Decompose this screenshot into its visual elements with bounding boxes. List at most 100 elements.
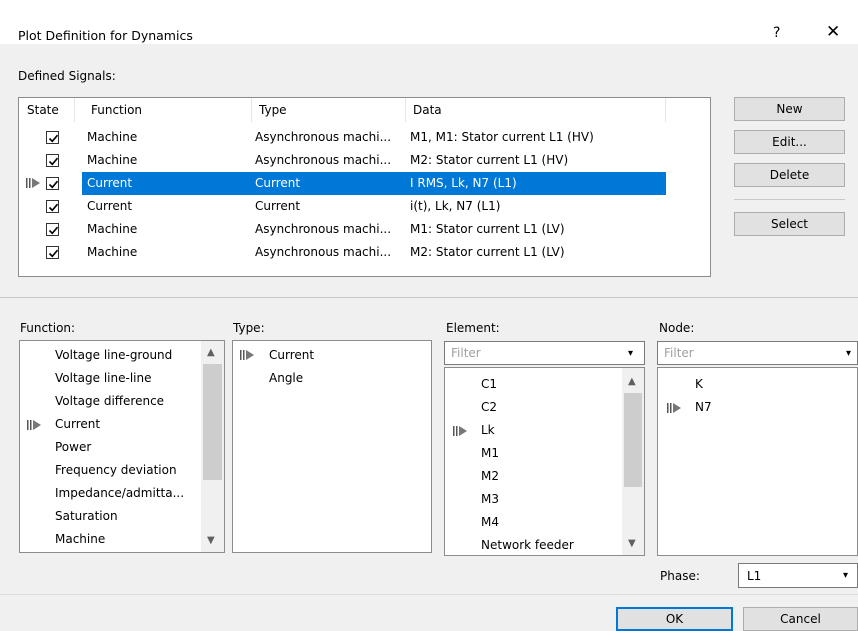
list-item[interactable]: Saturation	[55, 505, 118, 528]
close-button[interactable]: ✕	[826, 22, 840, 42]
list-item[interactable]: Voltage line-ground	[55, 344, 172, 367]
state-checkbox[interactable]	[46, 154, 59, 167]
list-item[interactable]: Angle	[269, 367, 303, 390]
type-label: Type:	[233, 321, 265, 335]
phase-label: Phase:	[660, 569, 700, 583]
cell-data: M1: Stator current L1 (LV)	[410, 222, 565, 236]
cell-data: M1, M1: Stator current L1 (HV)	[410, 130, 594, 144]
list-item-selected[interactable]: Lk	[481, 419, 495, 442]
cell-type: Asynchronous machi...	[255, 245, 392, 259]
column-divider[interactable]	[665, 98, 666, 122]
table-header: State Function Type Data	[19, 98, 666, 122]
list-item[interactable]: Voltage difference	[55, 390, 164, 413]
table-row[interactable]: Machine Asynchronous machi... M2: Stator…	[20, 149, 666, 172]
element-label: Element:	[446, 321, 500, 335]
column-header-type[interactable]: Type	[259, 98, 287, 122]
current-row-marker-icon	[26, 177, 42, 192]
cell-function: Machine	[87, 245, 138, 259]
cell-type: Current	[255, 199, 301, 213]
element-filter-placeholder: Filter	[451, 346, 481, 360]
cell-data: i(t), Lk, N7 (L1)	[410, 199, 501, 213]
function-list[interactable]: Voltage line-ground Voltage line-line Vo…	[19, 340, 225, 553]
cell-function: Current	[87, 176, 133, 190]
cell-function: Machine	[87, 130, 138, 144]
element-list[interactable]: C1 C2 Lk M1 M2 M3 M4 Network feeder ▲ ▼	[444, 367, 645, 556]
list-item[interactable]: C2	[481, 396, 497, 419]
list-item[interactable]: M1	[481, 442, 499, 465]
element-filter-input[interactable]: Filter ▾	[444, 341, 645, 365]
cell-data: I RMS, Lk, N7 (L1)	[410, 176, 517, 190]
cell-type: Asynchronous machi...	[255, 222, 392, 236]
phase-value: L1	[747, 569, 762, 583]
state-checkbox[interactable]	[46, 223, 59, 236]
column-divider[interactable]	[74, 98, 75, 122]
section-separator	[0, 297, 858, 298]
list-item-selected[interactable]: Current	[269, 344, 314, 367]
phase-select[interactable]: L1 ▾	[738, 563, 858, 588]
cell-function: Machine	[87, 153, 138, 167]
column-divider[interactable]	[405, 98, 406, 122]
list-item[interactable]: M2	[481, 465, 499, 488]
state-checkbox[interactable]	[46, 246, 59, 259]
scroll-thumb[interactable]	[203, 364, 222, 480]
scroll-up-arrow-icon[interactable]: ▲	[207, 347, 215, 358]
selected-item-marker-icon	[453, 425, 469, 440]
select-button[interactable]: Select	[734, 212, 845, 236]
list-item[interactable]: Voltage line-line	[55, 367, 151, 390]
column-header-state[interactable]: State	[27, 98, 59, 122]
function-list-scrollbar[interactable]: ▲ ▼	[201, 341, 224, 552]
table-row[interactable]: Machine Asynchronous machi... M1: Stator…	[20, 218, 666, 241]
state-checkbox[interactable]	[46, 200, 59, 213]
element-list-scrollbar[interactable]: ▲ ▼	[622, 368, 644, 555]
cell-type: Asynchronous machi...	[255, 130, 392, 144]
list-item[interactable]: K	[695, 373, 703, 396]
cell-data: M2: Stator current L1 (LV)	[410, 245, 565, 259]
list-item[interactable]: Frequency deviation	[55, 459, 177, 482]
scroll-down-arrow-icon[interactable]: ▼	[628, 538, 636, 549]
new-button[interactable]: New	[734, 97, 845, 121]
function-label: Function:	[20, 321, 76, 335]
button-separator	[734, 199, 845, 200]
node-filter-input[interactable]: Filter ▾	[657, 341, 858, 365]
list-item[interactable]: Machine	[55, 528, 105, 551]
state-checkbox[interactable]	[46, 177, 59, 190]
list-item[interactable]: Impedance/admitta...	[55, 482, 184, 505]
help-button[interactable]: ?	[773, 25, 780, 41]
cell-data: M2: Stator current L1 (HV)	[410, 153, 569, 167]
table-row[interactable]: Machine Asynchronous machi... M2: Stator…	[20, 241, 666, 264]
delete-button[interactable]: Delete	[734, 163, 845, 187]
state-checkbox[interactable]	[46, 131, 59, 144]
selected-item-marker-icon	[27, 419, 43, 434]
list-item[interactable]: M4	[481, 511, 499, 534]
scroll-thumb[interactable]	[624, 393, 642, 487]
table-row[interactable]: Current Current i(t), Lk, N7 (L1)	[20, 195, 666, 218]
list-item[interactable]: C1	[481, 373, 497, 396]
column-divider[interactable]	[251, 98, 252, 122]
list-item[interactable]: Power	[55, 436, 91, 459]
list-item-selected[interactable]: N7	[695, 396, 712, 419]
list-item[interactable]: Network feeder	[481, 534, 574, 557]
node-filter-placeholder: Filter	[664, 346, 694, 360]
scroll-down-arrow-icon[interactable]: ▼	[207, 535, 215, 546]
cell-function: Current	[87, 199, 133, 213]
list-item[interactable]: M3	[481, 488, 499, 511]
cancel-button[interactable]: Cancel	[743, 607, 858, 631]
scroll-up-arrow-icon[interactable]: ▲	[628, 376, 636, 387]
chevron-down-icon[interactable]: ▾	[846, 348, 851, 359]
node-list[interactable]: K N7	[657, 367, 858, 556]
chevron-down-icon[interactable]: ▾	[628, 348, 633, 359]
column-header-data[interactable]: Data	[413, 98, 442, 122]
table-row[interactable]: Machine Asynchronous machi... M1, M1: St…	[20, 126, 666, 149]
table-row-selected[interactable]: Current Current I RMS, Lk, N7 (L1)	[20, 172, 666, 195]
cell-type: Asynchronous machi...	[255, 153, 392, 167]
cell-type: Current	[255, 176, 301, 190]
selected-row-highlight: Current Current I RMS, Lk, N7 (L1)	[82, 172, 666, 195]
edit-button[interactable]: Edit...	[734, 130, 845, 154]
type-list[interactable]: Current Angle	[232, 340, 432, 553]
node-label: Node:	[659, 321, 695, 335]
chevron-down-icon[interactable]: ▾	[843, 570, 848, 581]
column-header-function[interactable]: Function	[91, 98, 142, 122]
list-item-selected[interactable]: Current	[55, 413, 100, 436]
ok-button[interactable]: OK	[616, 607, 733, 631]
selected-item-marker-icon	[667, 402, 683, 417]
